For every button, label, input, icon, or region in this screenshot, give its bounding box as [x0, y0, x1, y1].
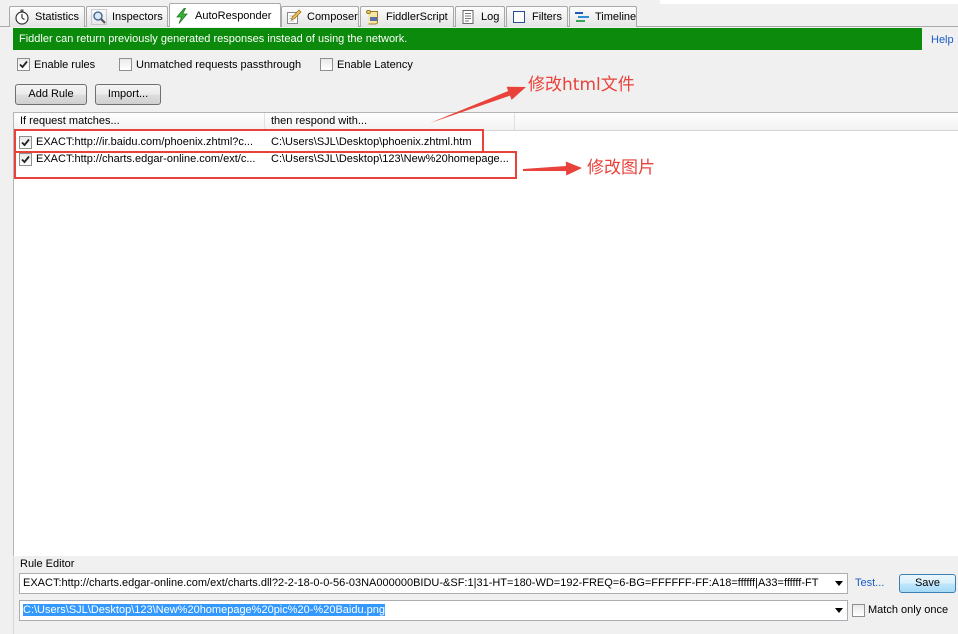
tab-label: Filters: [532, 11, 562, 23]
tab-filters[interactable]: Filters: [506, 6, 568, 27]
match-only-once-label[interactable]: Match only once: [868, 603, 948, 617]
match-only-once-checkbox[interactable]: [852, 604, 865, 617]
help-link[interactable]: Help: [931, 34, 954, 46]
tab-label: FiddlerScript: [386, 11, 448, 23]
lightning-icon: [174, 7, 190, 24]
tab-inspectors[interactable]: Inspectors: [86, 6, 168, 27]
chevron-down-icon[interactable]: [835, 581, 843, 586]
magnifier-icon: [91, 9, 107, 25]
highlight-box-html-rule: [14, 129, 484, 153]
response-value-wrapper[interactable]: C:\Users\SJL\Desktop\123\New%20homepage%…: [23, 601, 831, 620]
tab-label: Timeline: [595, 11, 637, 23]
save-button[interactable]: Save: [899, 574, 956, 593]
column-header-filler: [515, 113, 958, 130]
tab-timeline[interactable]: Timeline: [569, 6, 637, 27]
unmatched-passthrough-label[interactable]: Unmatched requests passthrough: [136, 58, 301, 72]
import-button[interactable]: Import...: [95, 84, 161, 105]
info-banner: Fiddler can return previously generated …: [13, 28, 922, 50]
match-pattern-value[interactable]: EXACT:http://charts.edgar-online.com/ext…: [23, 574, 831, 593]
enable-latency-label[interactable]: Enable Latency: [337, 58, 413, 72]
rule-editor-group: [13, 557, 958, 634]
window-edge: [660, 0, 958, 4]
tab-label: AutoResponder: [195, 9, 272, 22]
script-scroll-icon: [365, 9, 381, 25]
annotation-text-html: 修改html文件: [528, 75, 635, 95]
composer-pencil-icon: [286, 9, 302, 25]
tab-log[interactable]: Log: [455, 6, 505, 27]
log-document-icon: [460, 9, 476, 25]
annotation-text-image: 修改图片: [587, 158, 655, 178]
tab-autoresponder[interactable]: AutoResponder: [169, 3, 281, 27]
match-pattern-combobox[interactable]: EXACT:http://charts.edgar-online.com/ext…: [19, 573, 848, 594]
tab-statistics[interactable]: Statistics: [9, 6, 85, 27]
tab-label: Inspectors: [112, 11, 163, 23]
enable-latency-checkbox[interactable]: [320, 58, 333, 71]
highlight-box-image-rule: [14, 151, 517, 179]
tab-label: Statistics: [35, 11, 80, 23]
chevron-down-icon[interactable]: [835, 608, 843, 613]
tab-label: Composer: [307, 11, 358, 23]
response-combobox[interactable]: C:\Users\SJL\Desktop\123\New%20homepage%…: [19, 600, 848, 621]
unmatched-passthrough-checkbox[interactable]: [119, 58, 132, 71]
add-rule-button[interactable]: Add Rule: [15, 84, 87, 105]
enable-rules-checkbox[interactable]: [17, 58, 30, 71]
timeline-bars-icon: [574, 9, 590, 25]
tab-composer[interactable]: Composer: [281, 6, 359, 27]
enable-rules-label[interactable]: Enable rules: [34, 58, 95, 72]
column-header-match[interactable]: If request matches...: [14, 113, 265, 130]
rule-editor-title: Rule Editor: [20, 558, 75, 570]
response-value-selected[interactable]: C:\Users\SJL\Desktop\123\New%20homepage%…: [23, 604, 385, 616]
tab-label: Log: [481, 11, 500, 23]
checkmark-icon: [19, 60, 28, 69]
test-link[interactable]: Test...: [855, 577, 884, 589]
filter-box-icon: [511, 9, 527, 25]
stopwatch-icon: [14, 9, 30, 25]
column-header-respond[interactable]: then respond with...: [265, 113, 515, 130]
tab-fiddlerscript[interactable]: FiddlerScript: [360, 6, 454, 27]
